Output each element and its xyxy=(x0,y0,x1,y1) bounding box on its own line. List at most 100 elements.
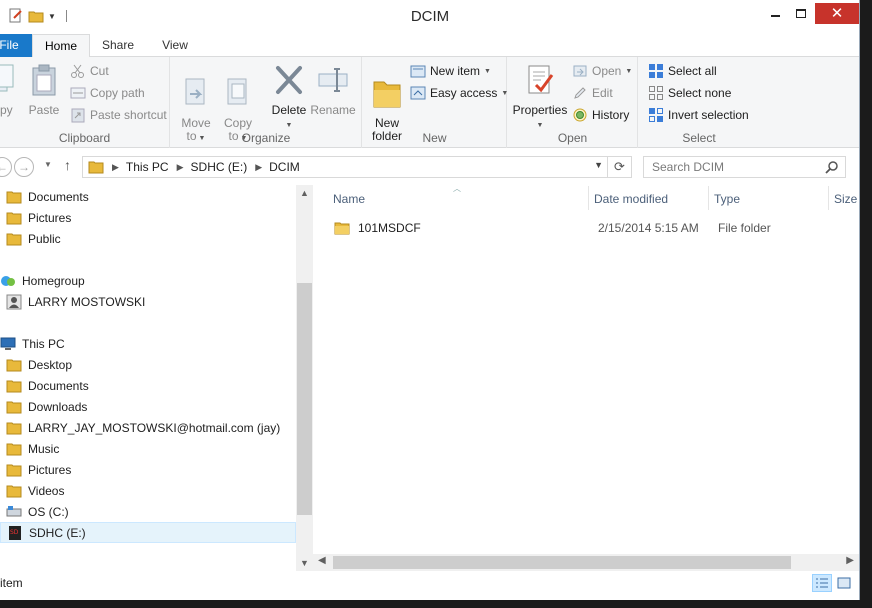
history-button[interactable]: History xyxy=(572,105,629,125)
delete-dropdown-icon: ▼ xyxy=(285,122,293,129)
invert-selection-button[interactable]: Invert selection xyxy=(648,105,749,125)
rename-button[interactable]: Rename xyxy=(310,63,356,117)
nav-item-sd-card[interactable]: SD SDHC (E:) xyxy=(0,522,296,543)
clipboard-group-label: Clipboard xyxy=(58,131,111,145)
nav-item-user-folder[interactable]: LARRY_JAY_MOSTOWSKI@hotmail.com (jay) xyxy=(0,417,296,438)
tab-home[interactable]: Home xyxy=(32,34,90,58)
nav-item-music[interactable]: Music xyxy=(0,438,296,459)
details-view-icon xyxy=(816,578,828,588)
paste-shortcut-button[interactable]: Paste shortcut xyxy=(70,105,167,125)
address-bar[interactable]: ▶ This PC ▶ SDHC (E:) ▶ DCIM ▼ xyxy=(82,156,608,178)
copy-button[interactable]: opy xyxy=(0,63,20,117)
rename-icon xyxy=(318,68,348,92)
user-folder-icon xyxy=(6,422,22,434)
scroll-right-icon[interactable]: ▶ xyxy=(846,555,854,566)
copy-path-button[interactable]: Copy path xyxy=(70,83,145,103)
delete-label: Delete xyxy=(271,103,307,117)
nav-item-homegroup[interactable]: Homegroup xyxy=(0,270,296,291)
large-icons-view-icon xyxy=(837,577,851,589)
close-icon: ✕ xyxy=(830,5,844,22)
edit-icon xyxy=(574,87,586,99)
delete-button[interactable]: Delete ▼ xyxy=(269,63,309,132)
scissors-icon xyxy=(71,64,84,78)
address-dropdown-icon[interactable]: ▼ xyxy=(594,160,603,170)
folder-icon xyxy=(373,81,401,108)
nav-item-drive[interactable]: OS (C:) xyxy=(0,501,296,522)
nav-scroll-thumb[interactable] xyxy=(297,283,312,515)
maximize-icon xyxy=(796,8,806,18)
open-button[interactable]: Open ▼ xyxy=(572,61,632,81)
nav-item-user[interactable]: LARRY MOSTOWSKI xyxy=(0,291,296,312)
minimize-button[interactable] xyxy=(762,2,788,24)
column-date-modified[interactable]: Date modified xyxy=(594,192,668,206)
column-type[interactable]: Type xyxy=(714,192,740,206)
breadcrumb-sdhc[interactable]: SDHC (E:) xyxy=(191,160,248,174)
tab-share[interactable]: Share xyxy=(92,34,144,57)
open-group-label: Open xyxy=(557,131,588,145)
up-button[interactable]: ↑ xyxy=(64,157,71,173)
history-label: History xyxy=(592,108,630,122)
cut-button[interactable]: Cut xyxy=(70,61,109,81)
select-all-button[interactable]: Select all xyxy=(648,61,717,81)
table-row[interactable]: 101MSDCF 2/15/2014 5:15 AM File folder xyxy=(330,217,850,239)
nav-item-quick[interactable]: Documents xyxy=(0,186,296,207)
nav-item-network[interactable]: Network xyxy=(0,564,296,570)
organize-group-label: Organize xyxy=(241,131,291,145)
column-name[interactable]: Name xyxy=(333,192,365,206)
nav-item-desktop[interactable]: Desktop xyxy=(0,354,296,375)
select-none-button[interactable]: Select none xyxy=(648,83,731,103)
tab-view[interactable]: View xyxy=(150,34,200,57)
new-group-label: New xyxy=(422,131,447,145)
scroll-left-icon[interactable]: ◀ xyxy=(318,555,326,566)
nav-item-label: This PC xyxy=(22,336,65,351)
scroll-up-icon[interactable]: ▲ xyxy=(296,188,313,198)
content-scrollbar[interactable]: ◀ ▶ xyxy=(313,554,859,571)
search-input[interactable]: Search DCIM xyxy=(643,156,846,178)
content-scroll-thumb[interactable] xyxy=(333,556,791,569)
column-divider[interactable] xyxy=(588,186,589,210)
maximize-button[interactable] xyxy=(788,2,814,24)
nav-scrollbar[interactable]: ▲ ▼ xyxy=(296,185,313,571)
column-size[interactable]: Size xyxy=(834,192,857,206)
properties-button[interactable]: Properties ▼ xyxy=(512,63,568,132)
paste-shortcut-icon xyxy=(71,108,85,123)
nav-item-pictures[interactable]: Pictures xyxy=(0,459,296,480)
nav-item-label: Documents xyxy=(28,378,89,393)
edit-button[interactable]: Edit xyxy=(572,83,613,103)
tab-file[interactable]: File xyxy=(0,34,32,57)
back-button[interactable]: ← xyxy=(0,157,12,177)
breadcrumb-this-pc[interactable]: This PC xyxy=(126,160,169,174)
nav-item-quick[interactable]: Public xyxy=(0,228,296,249)
scroll-down-icon[interactable]: ▼ xyxy=(296,558,313,568)
nav-item-videos[interactable]: Videos xyxy=(0,480,296,501)
invert-selection-label: Invert selection xyxy=(668,108,749,122)
recent-locations-icon[interactable]: ▼ xyxy=(44,160,52,169)
nav-item-this-pc[interactable]: This PC xyxy=(0,333,296,354)
large-icons-view-button[interactable] xyxy=(834,574,854,592)
nav-item-quick[interactable]: Pictures xyxy=(0,207,296,228)
column-divider[interactable] xyxy=(708,186,709,210)
videos-icon xyxy=(6,485,22,497)
forward-button[interactable]: → xyxy=(14,157,34,177)
easy-access-button[interactable]: Easy access ▼ xyxy=(410,83,508,103)
folder-icon xyxy=(334,222,350,235)
refresh-button[interactable]: ⟳ xyxy=(608,156,632,178)
nav-item-documents[interactable]: Documents xyxy=(0,375,296,396)
new-item-button[interactable]: New item ▼ xyxy=(410,61,491,81)
copy-label: opy xyxy=(0,103,13,117)
title-bar: ▼ DCIM ✕ xyxy=(0,0,859,34)
copy-path-icon xyxy=(70,87,86,99)
breadcrumb-separator-icon: ▶ xyxy=(255,161,263,172)
nav-item-label: LARRY_JAY_MOSTOWSKI@hotmail.com (jay) xyxy=(28,420,281,435)
sd-card-icon: SD xyxy=(9,525,21,540)
select-group: Select all Select none Invert selection … xyxy=(639,57,759,148)
nav-item-downloads[interactable]: Downloads xyxy=(0,396,296,417)
breadcrumb-dcim[interactable]: DCIM xyxy=(269,160,300,174)
pictures-icon xyxy=(6,464,22,476)
paste-icon xyxy=(32,64,56,96)
details-view-button[interactable] xyxy=(812,574,832,592)
nav-item-label: Desktop xyxy=(28,357,73,372)
close-button[interactable]: ✕ xyxy=(815,3,859,24)
column-divider[interactable] xyxy=(828,186,829,210)
paste-button[interactable]: Paste xyxy=(27,63,61,117)
